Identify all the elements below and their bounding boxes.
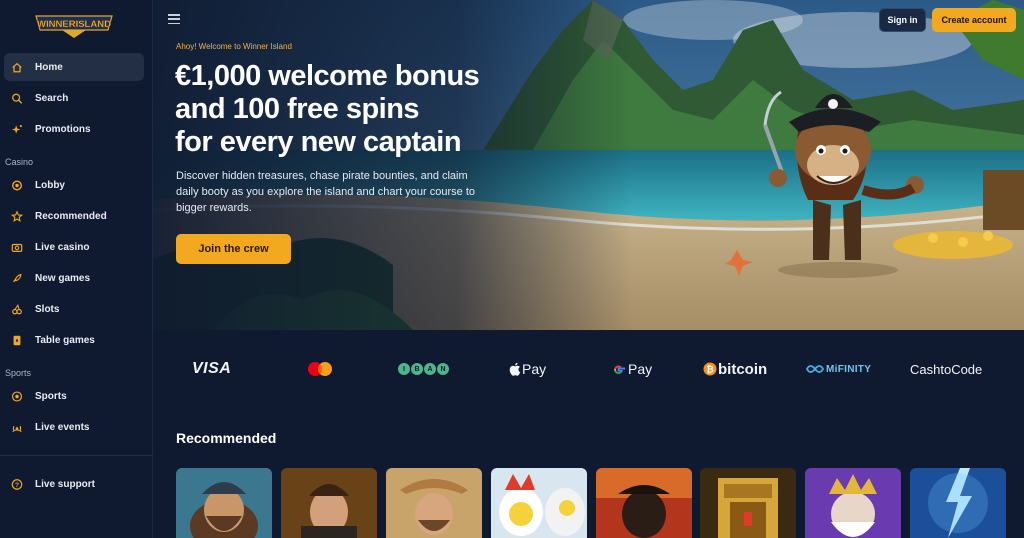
sidebar-item-home[interactable]: Home [4,53,144,81]
sparkle-icon [11,123,23,135]
sidebar-item-label: Slots [35,303,60,315]
card-icon [11,334,23,346]
sidebar-item-label: Sports [35,390,67,402]
mastercard-logo [306,361,334,377]
apple-pay-logo: Pay [509,361,546,377]
join-the-crew-button[interactable]: Join the crew [176,234,291,264]
hero-eyebrow: Ahoy! Welcome to Winner Island [176,42,292,51]
casino-section-label: Casino [5,157,34,167]
sidebar-item-live-events[interactable]: Live events [4,413,144,441]
sidebar-item-promotions[interactable]: Promotions [4,115,144,143]
camera-icon [11,241,23,253]
cherries-icon [11,303,23,315]
apple-icon [509,362,521,376]
sidebar-item-label: Lobby [35,179,65,191]
sidebar: WINNERISLAND Home Search Promotions Casi… [0,0,153,538]
bitcoin-text: bitcoin [718,360,768,378]
cashtocode-text: CashtoCode [910,361,983,377]
sports-section-label: Sports [5,368,32,378]
iban-letter: A [424,363,436,375]
bitcoin-icon: ₿ [703,362,717,376]
hero-headline: €1,000 welcome bonus and 100 free spins … [175,60,535,159]
game-tile[interactable] [491,468,587,538]
sidebar-item-label: Table games [35,334,95,346]
broadcast-icon [11,421,23,433]
sidebar-item-label: Live events [35,421,90,433]
game-tile[interactable] [176,468,272,538]
sidebar-item-new-games[interactable]: New games [4,264,144,292]
sidebar-item-sports[interactable]: Sports [4,382,144,410]
game-tile[interactable] [281,468,377,538]
rocket-icon [11,272,23,284]
sidebar-item-recommended[interactable]: Recommended [4,202,144,230]
home-icon [11,61,23,73]
google-icon [614,364,625,374]
iban-letter: B [411,363,423,375]
sidebar-item-table-games[interactable]: Table games [4,326,144,354]
game-tile[interactable] [910,468,1006,538]
game-tile[interactable] [386,468,482,538]
hero-subtext: Discover hidden treasures, chase pirate … [176,170,476,214]
sidebar-divider [0,455,153,456]
sidebar-item-live-support[interactable]: ? Live support [4,470,144,498]
game-tile[interactable] [700,468,796,538]
mifinity-logo: MiFINITY [806,361,871,377]
sidebar-item-search[interactable]: Search [4,84,144,112]
recommended-section-title: Recommended [176,430,277,446]
sidebar-item-label: New games [35,272,91,284]
iban-letter: I [398,363,410,375]
game-tile[interactable] [805,468,901,538]
chip-icon [11,179,23,191]
mifinity-text: MiFINITY [826,363,872,375]
winner-island-logo[interactable]: WINNERISLAND [34,10,114,40]
football-icon [11,390,23,402]
svg-text:?: ? [15,482,19,489]
iban-logo: I B A N [398,361,449,377]
hero-headline-line: and 100 free spins [175,93,420,125]
hero-headline-line: for every new captain [175,126,462,158]
iban-letter: N [437,363,449,375]
apple-pay-text: Pay [522,361,547,377]
sidebar-item-slots[interactable]: Slots [4,295,144,323]
svg-text:₿: ₿ [706,365,713,375]
game-tile[interactable] [596,468,692,538]
mifinity-icon [806,365,824,373]
visa-logo: VISA [192,360,232,377]
create-account-button[interactable]: Create account [932,8,1016,32]
help-icon: ? [11,478,23,490]
google-pay-text: Pay [628,361,653,377]
sidebar-item-label: Promotions [35,123,91,135]
sign-in-button[interactable]: Sign in [879,8,926,32]
sidebar-item-label: Search [35,92,69,104]
sidebar-item-live-casino[interactable]: Live casino [4,233,144,261]
payment-methods-bar [153,330,1024,410]
cashtocode-logo: CashtoCode [910,361,982,377]
search-icon [11,92,23,104]
sidebar-item-label: Live casino [35,241,90,253]
sidebar-item-label: Home [35,61,63,73]
star-icon [11,209,23,222]
sidebar-item-lobby[interactable]: Lobby [4,171,144,199]
sidebar-item-label: Live support [35,478,96,490]
google-pay-logo: Pay [612,361,652,377]
svg-text:WINNERISLAND: WINNERISLAND [37,19,111,30]
hero-headline-line: €1,000 welcome bonus [175,60,480,92]
menu-icon[interactable] [168,14,180,25]
visa-text: VISA [192,360,232,377]
sidebar-item-label: Recommended [35,210,107,222]
bitcoin-logo: ₿ bitcoin [703,360,768,378]
